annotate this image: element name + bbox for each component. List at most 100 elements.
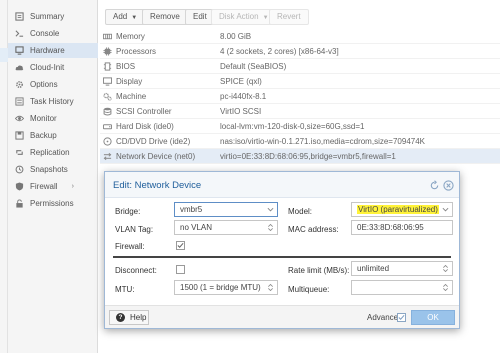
hardware-value: 4 (2 sockets, 2 cores) [x86-64-v3] xyxy=(220,46,339,56)
hdd-icon xyxy=(100,122,116,131)
add-button[interactable]: Add ▼ xyxy=(105,9,146,25)
hardware-row-network-device[interactable]: Network Device (net0) virtio=0E:33:8D:68… xyxy=(100,149,500,164)
mac-address-field[interactable]: 0E:33:8D:68:06:95 xyxy=(351,220,453,235)
sidebar-item-permissions[interactable]: Permissions xyxy=(8,196,98,211)
hardware-row-machine[interactable]: Machine pc-i440fx-8.1 xyxy=(100,89,500,104)
sidebar-item-monitor[interactable]: Monitor xyxy=(8,111,98,126)
sidebar-item-snapshots[interactable]: Snapshots xyxy=(8,162,98,177)
sidebar-item-label: Backup xyxy=(30,131,57,140)
sidebar-item-label: Firewall xyxy=(30,182,58,191)
revert-button-label: Revert xyxy=(277,12,301,21)
firewall-label: Firewall: xyxy=(115,242,145,251)
list-icon xyxy=(14,96,25,107)
monitor-icon xyxy=(100,76,116,86)
hardware-value: virtio=0E:33:8D:68:06:95,bridge=vmbr5,fi… xyxy=(220,151,396,161)
gear-icon xyxy=(14,79,25,90)
hardware-key: SCSI Controller xyxy=(116,106,172,116)
sidebar-item-label: Task History xyxy=(30,97,74,106)
check-icon xyxy=(398,314,405,321)
hardware-row-cd-dvd-drive[interactable]: CD/DVD Drive (ide2) nas:iso/virtio-win-0… xyxy=(100,134,500,149)
remove-button[interactable]: Remove xyxy=(142,9,188,25)
help-button-label: Help xyxy=(130,313,147,322)
spinner-icon xyxy=(266,281,274,294)
vlan-tag-field[interactable]: no VLAN xyxy=(174,220,278,235)
unlock-icon xyxy=(14,198,25,209)
help-button[interactable]: ? Help xyxy=(109,310,149,325)
sidebar-item-options[interactable]: Options xyxy=(8,77,98,92)
disk-action-button[interactable]: Disk Action ▼ xyxy=(211,9,277,25)
advanced-checkbox[interactable] xyxy=(397,313,406,322)
cdrom-icon xyxy=(100,136,116,146)
check-icon xyxy=(177,242,184,249)
sidebar-item-hardware[interactable]: Hardware xyxy=(8,43,98,58)
sidebar-item-summary[interactable]: Summary xyxy=(8,9,98,24)
sidebar-item-console[interactable]: Console xyxy=(8,26,98,41)
model-value: VirtIO (paravirtualized) xyxy=(357,205,439,214)
sidebar-item-task-history[interactable]: Task History xyxy=(8,94,98,109)
sidebar-item-cloud-init[interactable]: Cloud-Init xyxy=(8,60,98,75)
mtu-value: 1500 (1 = bridge MTU) xyxy=(180,283,261,292)
sidebar-item-label: Replication xyxy=(30,148,70,157)
close-icon[interactable] xyxy=(442,179,454,191)
hardware-value: VirtIO SCSI xyxy=(220,106,262,116)
left-edge-strip xyxy=(0,0,8,353)
ok-button[interactable]: OK xyxy=(411,310,455,325)
bridge-value: vmbr5 xyxy=(180,205,203,214)
hardware-row-processors[interactable]: Processors 4 (2 sockets, 2 cores) [x86-6… xyxy=(100,44,500,59)
hardware-row-scsi-controller[interactable]: SCSI Controller VirtIO SCSI xyxy=(100,104,500,119)
sidebar-item-label: Hardware xyxy=(30,46,65,55)
remove-button-label: Remove xyxy=(150,12,180,21)
question-icon: ? xyxy=(116,313,125,322)
model-select[interactable]: VirtIO (paravirtualized) xyxy=(351,202,453,217)
caret-down-icon: ▼ xyxy=(262,15,269,21)
retweet-icon xyxy=(14,147,25,158)
firewall-checkbox[interactable] xyxy=(176,241,185,250)
edit-button-label: Edit xyxy=(193,12,207,21)
console-icon xyxy=(14,28,25,39)
cogs-icon xyxy=(100,92,116,101)
disk-action-button-label: Disk Action xyxy=(219,12,259,21)
disconnect-checkbox[interactable] xyxy=(176,265,185,274)
chevron-down-icon xyxy=(441,203,449,216)
mtu-field[interactable]: 1500 (1 = bridge MTU) xyxy=(174,280,278,295)
hardware-value: local-lvm:vm-120-disk-0,size=60G,ssd=1 xyxy=(220,121,365,131)
dialog-title: Edit: Network Device xyxy=(113,180,202,191)
reset-icon[interactable] xyxy=(428,179,440,191)
sidebar-item-label: Console xyxy=(30,29,60,38)
hardware-value: 8.00 GiB xyxy=(220,31,252,41)
chevron-down-icon xyxy=(266,203,274,216)
spinner-icon xyxy=(441,262,449,275)
shield-icon xyxy=(14,181,25,192)
multiqueue-field[interactable] xyxy=(351,280,453,295)
floppy-icon xyxy=(14,130,25,141)
hardware-key: Processors xyxy=(116,46,157,56)
spinner-icon xyxy=(266,221,274,234)
hardware-key: Hard Disk (ide0) xyxy=(116,121,174,131)
hardware-value: SPICE (qxl) xyxy=(220,76,262,86)
hardware-key: Network Device (net0) xyxy=(116,151,196,161)
rate-limit-field[interactable]: unlimited xyxy=(351,261,453,276)
hardware-key: CD/DVD Drive (ide2) xyxy=(116,136,191,146)
sidebar-item-label: Permissions xyxy=(30,199,74,208)
sidebar-item-label: Cloud-Init xyxy=(30,63,65,72)
dialog-header: Edit: Network Device xyxy=(105,172,459,198)
edit-network-device-dialog: Edit: Network Device Bridge: vmbr5 VLAN … xyxy=(104,171,460,329)
revert-button[interactable]: Revert xyxy=(269,9,309,25)
sidebar-item-replication[interactable]: Replication xyxy=(8,145,98,160)
hardware-row-display[interactable]: Display SPICE (qxl) xyxy=(100,74,500,89)
cloud-icon xyxy=(14,62,25,73)
memory-icon xyxy=(100,32,116,41)
hardware-row-bios[interactable]: BIOS Default (SeaBIOS) xyxy=(100,59,500,74)
bridge-select[interactable]: vmbr5 xyxy=(174,202,278,217)
cpu-icon xyxy=(100,46,116,56)
rate-limit-label: Rate limit (MB/s): xyxy=(288,266,350,275)
hardware-row-memory[interactable]: Memory 8.00 GiB xyxy=(100,29,500,44)
hardware-row-hard-disk[interactable]: Hard Disk (ide0) local-lvm:vm-120-disk-0… xyxy=(100,119,500,134)
sidebar-item-firewall[interactable]: Firewall › xyxy=(8,179,98,194)
sidebar-item-backup[interactable]: Backup xyxy=(8,128,98,143)
rate-limit-value: unlimited xyxy=(357,264,390,273)
add-button-label: Add xyxy=(113,12,128,21)
mac-address-value: 0E:33:8D:68:06:95 xyxy=(357,223,424,232)
advanced-separator xyxy=(113,256,451,258)
database-icon xyxy=(100,107,116,116)
